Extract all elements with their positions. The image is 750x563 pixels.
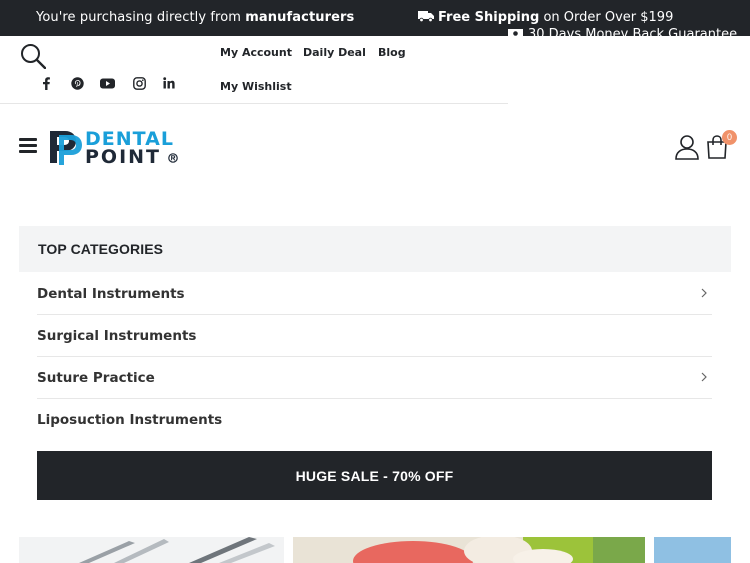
chevron-right-icon: [701, 288, 707, 298]
money-back-note: 30 Days Money Back Guarantee: [508, 27, 737, 36]
category-item-suture-practice[interactable]: Suture Practice: [37, 357, 712, 399]
truck-icon: [418, 11, 434, 22]
announcement-bar: You're purchasing directly from manufact…: [0, 0, 750, 36]
hamburger-menu-icon[interactable]: [19, 138, 37, 154]
cart-count-badge: 0: [722, 130, 737, 145]
registered-mark-icon: [168, 153, 178, 163]
user-account-icon[interactable]: [674, 134, 700, 160]
category-item-dental-instruments[interactable]: Dental Instruments: [37, 273, 712, 315]
instagram-icon[interactable]: [131, 75, 147, 91]
search-icon[interactable]: [20, 43, 46, 69]
category-item-surgical-instruments[interactable]: Surgical Instruments: [37, 315, 712, 357]
purchasing-note: You're purchasing directly from manufact…: [36, 10, 355, 25]
top-categories-title: TOP CATEGORIES: [38, 241, 164, 257]
linkedin-icon[interactable]: [161, 75, 177, 91]
daily-deal-link[interactable]: Daily Deal: [303, 46, 366, 59]
banner-image-instruments[interactable]: [19, 537, 284, 563]
huge-sale-button[interactable]: HUGE SALE - 70% OFF: [37, 451, 712, 500]
pinterest-icon[interactable]: [69, 75, 85, 91]
my-wishlist-link[interactable]: My Wishlist: [220, 80, 292, 93]
logo-mark-icon: [50, 131, 82, 165]
site-logo[interactable]: DENTAL POINT: [47, 128, 182, 168]
banner-image-blue[interactable]: [654, 537, 731, 563]
chevron-right-icon: [701, 372, 707, 382]
facebook-icon[interactable]: [38, 75, 54, 91]
category-item-liposuction-instruments[interactable]: Liposuction Instruments: [37, 399, 712, 441]
top-categories-header: TOP CATEGORIES: [19, 226, 731, 272]
money-icon: [508, 29, 523, 36]
free-shipping-note: Free Shipping on Order Over $199: [418, 10, 673, 25]
blog-link[interactable]: Blog: [378, 46, 406, 59]
my-account-link[interactable]: My Account: [220, 46, 292, 59]
logo-text-point: POINT: [85, 146, 162, 168]
banner-image-dentist[interactable]: [293, 537, 645, 563]
header-divider: [0, 103, 508, 104]
youtube-icon[interactable]: [99, 75, 115, 91]
